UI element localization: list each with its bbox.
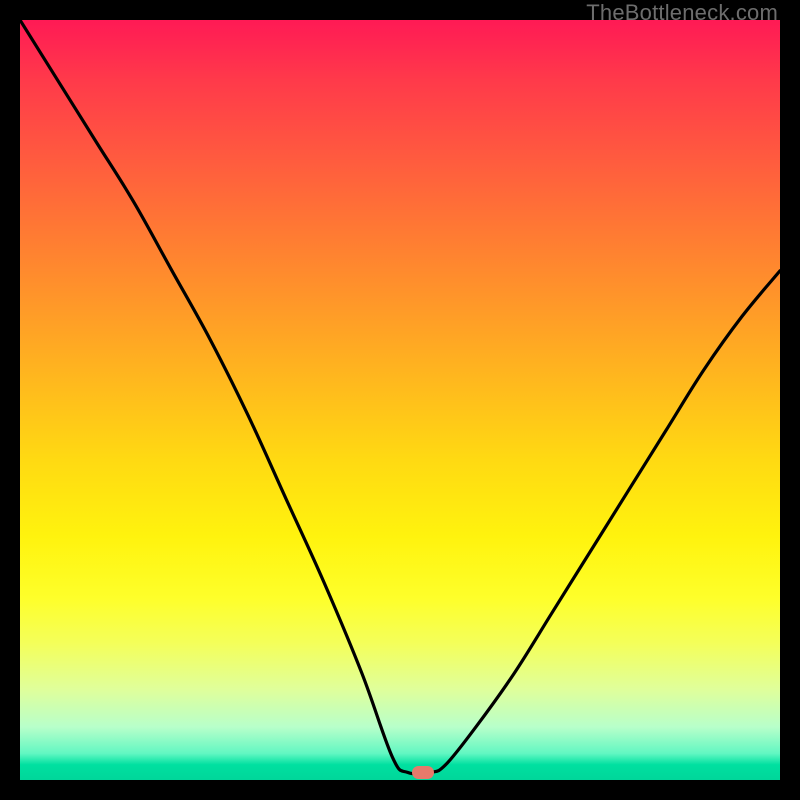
optimal-marker xyxy=(412,766,434,779)
bottleneck-curve xyxy=(20,20,780,780)
chart-frame: TheBottleneck.com xyxy=(0,0,800,800)
plot-area xyxy=(20,20,780,780)
